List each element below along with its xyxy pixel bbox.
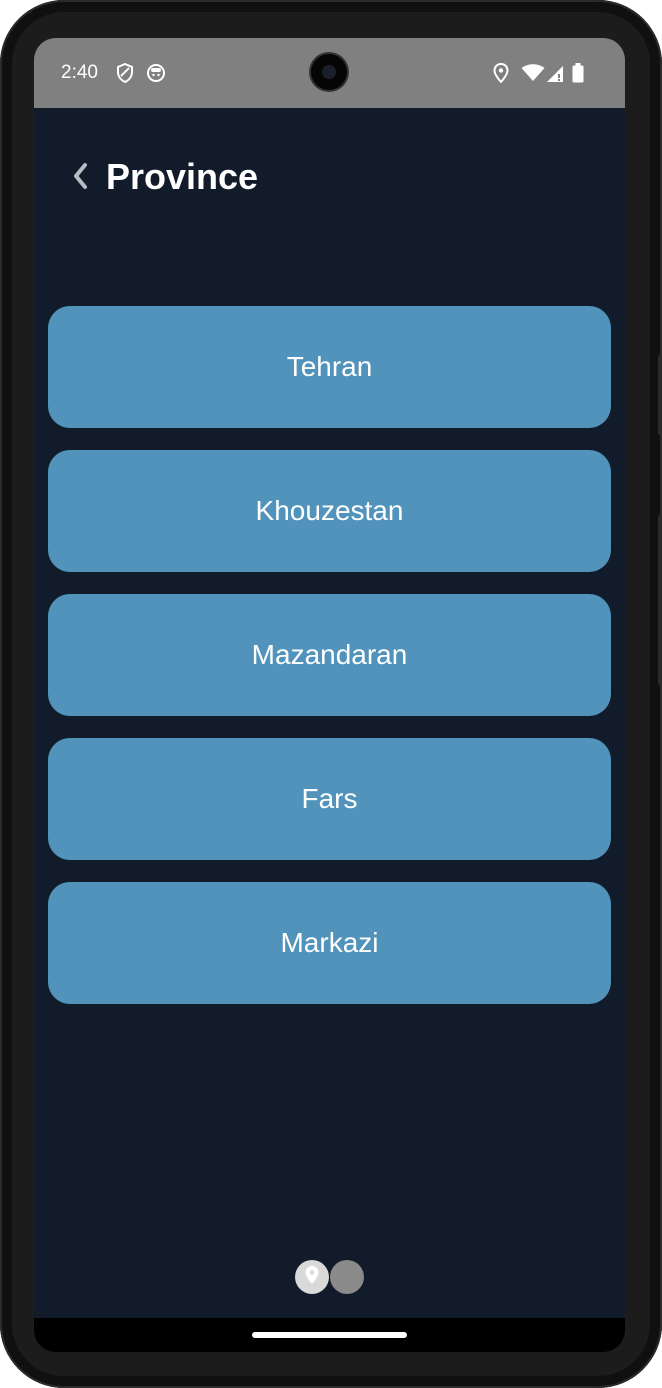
province-list: Tehran Khouzestan Mazandaran Fars Markaz… (48, 306, 611, 1026)
province-button-fars[interactable]: Fars (48, 738, 611, 860)
battery-icon (572, 63, 584, 88)
province-button-tehran[interactable]: Tehran (48, 306, 611, 428)
province-label: Mazandaran (251, 639, 408, 670)
status-time: 2:40 (61, 62, 98, 83)
province-label: Fars (301, 783, 358, 814)
phone-frame: 2:40 Province Tehran Khouzestan Mazandar… (0, 0, 662, 1388)
page-title: Province (106, 156, 259, 197)
chevron-left-icon (71, 162, 91, 195)
province-label: Markazi (280, 927, 379, 958)
wifi-icon (521, 64, 545, 87)
province-button-mazandaran[interactable]: Mazandaran (48, 594, 611, 716)
shield-icon (116, 62, 134, 88)
province-label: Khouzestan (255, 495, 404, 526)
front-camera (311, 54, 347, 90)
screen: 2:40 Province Tehran Khouzestan Mazandar… (34, 38, 625, 1352)
location-bubble[interactable] (295, 1260, 329, 1294)
province-label: Tehran (286, 351, 373, 382)
volume-button (658, 355, 662, 435)
face-icon (146, 63, 166, 88)
power-button (658, 515, 662, 685)
floating-bubbles (295, 1260, 365, 1294)
location-pin-icon (305, 1265, 319, 1289)
navigation-bar (34, 1318, 625, 1352)
province-button-khouzestan[interactable]: Khouzestan (48, 450, 611, 572)
home-indicator[interactable] (252, 1332, 407, 1338)
signal-icon (546, 65, 564, 88)
back-button[interactable] (66, 162, 96, 195)
province-button-markazi[interactable]: Markazi (48, 882, 611, 1004)
status-bar: 2:40 (34, 38, 625, 108)
location-icon (493, 62, 509, 88)
floating-bubble[interactable] (330, 1260, 364, 1294)
app-header: Province (34, 108, 625, 238)
